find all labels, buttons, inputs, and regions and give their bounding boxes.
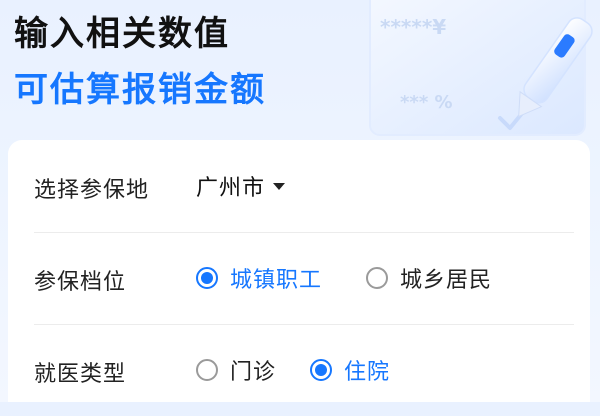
calculator-card-illustration: *****¥ *** % <box>369 0 593 136</box>
radio-urban-employee[interactable]: 城镇职工 <box>196 262 322 294</box>
radio-icon <box>196 359 218 381</box>
page-title: 输入相关数值 <box>14 14 230 54</box>
radio-label: 门诊 <box>230 360 277 385</box>
masked-percent-text: *** % <box>400 92 453 113</box>
page-subtitle: 可估算报销金额 <box>14 70 266 110</box>
radio-icon <box>196 267 218 289</box>
location-value: 广州市 <box>196 176 266 201</box>
header-banner: 输入相关数值 可估算报销金额 *****¥ *** % <box>0 0 600 140</box>
radio-label: 城镇职工 <box>230 268 323 293</box>
visit-type-label: 就医类型 <box>34 362 127 387</box>
location-select[interactable]: 广州市 <box>196 170 286 202</box>
radio-label: 住院 <box>344 360 391 385</box>
radio-label: 城乡居民 <box>400 268 493 293</box>
estimate-form-card: 选择参保地 广州市 参保档位 城镇职工 城乡居民 就医类型 门诊 住院 <box>8 140 590 402</box>
radio-inpatient[interactable]: 住院 <box>310 354 390 386</box>
insurance-level-row: 参保档位 城镇职工 城乡居民 <box>8 232 590 324</box>
masked-amount-text: *****¥ <box>380 15 446 39</box>
insurance-level-label: 参保档位 <box>34 270 127 295</box>
radio-icon <box>366 267 388 289</box>
location-label: 选择参保地 <box>34 178 150 203</box>
radio-urban-rural-resident[interactable]: 城乡居民 <box>366 262 492 294</box>
radio-outpatient[interactable]: 门诊 <box>196 354 276 386</box>
radio-icon <box>310 359 332 381</box>
visit-type-row: 就医类型 门诊 住院 <box>8 324 590 416</box>
dropdown-caret-icon <box>273 182 286 190</box>
location-row: 选择参保地 广州市 <box>8 140 590 232</box>
